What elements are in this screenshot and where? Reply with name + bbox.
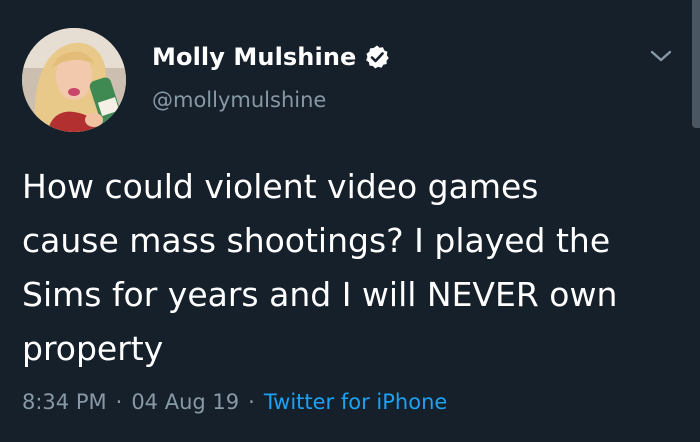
tweet-card: Molly Mulshine @mollymulshine How could … xyxy=(0,0,700,442)
avatar-photo xyxy=(22,28,126,132)
verified-badge-icon xyxy=(364,44,390,70)
tweet-date[interactable]: 04 Aug 19 xyxy=(131,390,239,414)
scrollbar[interactable] xyxy=(692,0,700,128)
tweet-text: How could violent video games cause mass… xyxy=(22,167,618,368)
author-name-row[interactable]: Molly Mulshine xyxy=(152,40,390,74)
tweet-time[interactable]: 8:34 PM xyxy=(22,390,107,414)
tweet-meta: 8:34 PM · 04 Aug 19 · Twitter for iPhone xyxy=(22,390,447,414)
tweet-source-link[interactable]: Twitter for iPhone xyxy=(264,390,448,414)
display-name[interactable]: Molly Mulshine xyxy=(152,43,356,71)
meta-separator: · xyxy=(248,390,255,414)
avatar[interactable] xyxy=(22,28,126,132)
user-handle[interactable]: @mollymulshine xyxy=(152,88,326,112)
chevron-down-icon[interactable] xyxy=(648,46,674,66)
meta-separator: · xyxy=(115,390,123,414)
